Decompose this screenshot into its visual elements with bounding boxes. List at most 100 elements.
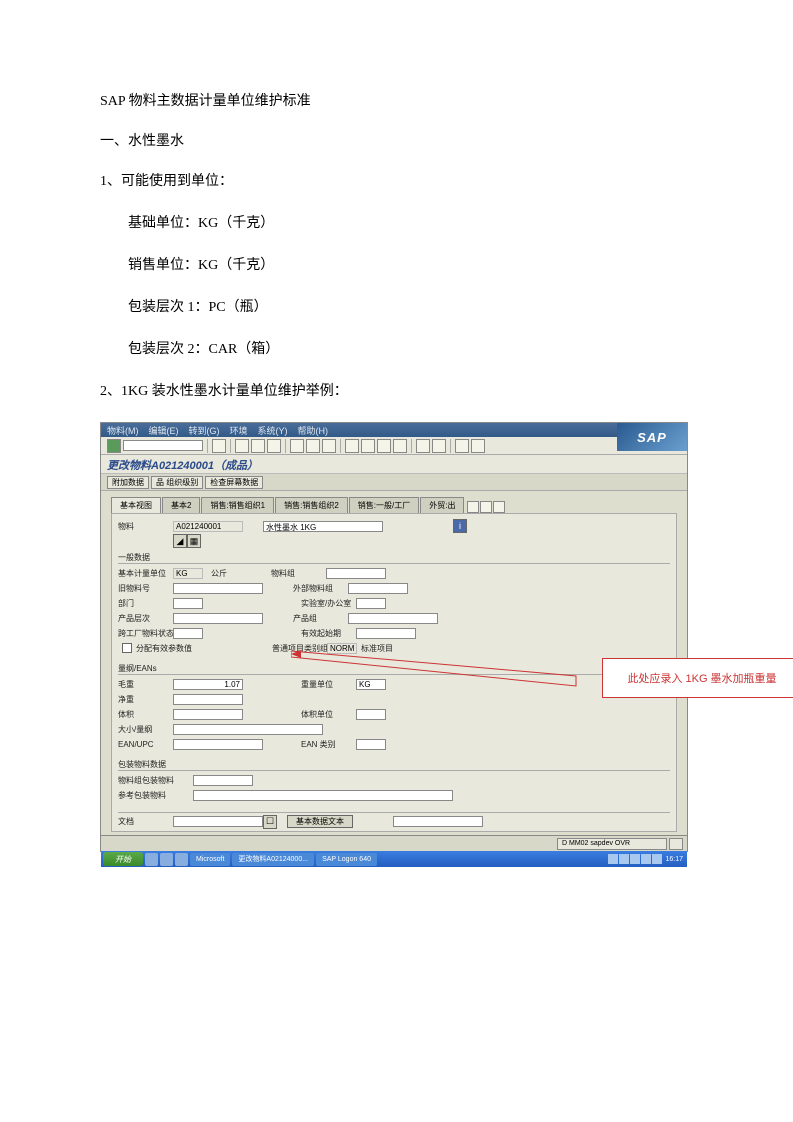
- sap-screenshot: SAP 物料(M) 编辑(E) 转到(G) 环境 系统(Y) 帮助(H): [100, 422, 688, 852]
- find-icon[interactable]: [306, 439, 320, 453]
- tab-sales-general[interactable]: 销售:一般/工厂: [349, 497, 419, 513]
- screen-title: 更改物料A021240001（成品）: [101, 455, 687, 473]
- cross-plant-field[interactable]: [173, 628, 203, 639]
- section-heading: 一、水性墨水: [100, 130, 693, 150]
- tray-time: 16:17: [665, 856, 683, 863]
- valid-from-label: 有效起始期: [301, 628, 356, 639]
- gen-item-cat-text: 标准项目: [361, 643, 401, 654]
- first-page-icon[interactable]: [345, 439, 359, 453]
- win-taskbar-wrap: 开始 Microsoft 更改物料A02124000... SAP Logon …: [101, 835, 687, 851]
- desc-expand-button[interactable]: ◢: [173, 534, 187, 548]
- taskbar-window[interactable]: Microsoft: [190, 853, 230, 866]
- tab-sales-org1[interactable]: 销售:销售组织1: [201, 497, 274, 513]
- tray-icon[interactable]: [608, 854, 618, 864]
- doc-extra-field[interactable]: [393, 816, 483, 827]
- back-icon[interactable]: [235, 439, 249, 453]
- division-field[interactable]: [173, 598, 203, 609]
- unit-pack1: 包装层次 1：PC（瓶）: [100, 296, 693, 316]
- tab-basic1[interactable]: 基本视图: [111, 497, 161, 513]
- check-icon[interactable]: [107, 439, 121, 453]
- print-icon[interactable]: [290, 439, 304, 453]
- menu-goto[interactable]: 转到(G): [189, 424, 220, 437]
- quick-icon[interactable]: [145, 853, 158, 866]
- command-field[interactable]: [123, 440, 203, 451]
- material-label: 物料: [118, 521, 173, 532]
- prod-group-field[interactable]: [348, 613, 438, 624]
- last-page-icon[interactable]: [393, 439, 407, 453]
- valid-from-field[interactable]: [356, 628, 416, 639]
- volume-unit-label: 体积单位: [301, 709, 356, 720]
- base-uom-label: 基本计量单位: [118, 568, 173, 579]
- tray-icon[interactable]: [641, 854, 651, 864]
- system-tray: 16:17: [608, 852, 687, 866]
- taskbar-window[interactable]: 更改物料A02124000...: [232, 853, 314, 866]
- matgroup-field[interactable]: [326, 568, 386, 579]
- tab-right-icon[interactable]: [480, 501, 492, 513]
- tab-foreign-trade[interactable]: 外贸:出: [420, 497, 464, 513]
- doc-search-button[interactable]: ☐: [263, 815, 277, 829]
- sap-logo: SAP: [617, 423, 687, 451]
- gross-weight-field[interactable]: 1.07: [173, 679, 243, 690]
- save-icon[interactable]: [212, 439, 226, 453]
- new-session-icon[interactable]: [416, 439, 430, 453]
- pack-matgroup-label: 物料组包装物料: [118, 775, 193, 786]
- old-matno-field[interactable]: [173, 583, 263, 594]
- next-page-icon[interactable]: [377, 439, 391, 453]
- packaging-group: 包装物料数据: [118, 759, 670, 771]
- tray-icon[interactable]: [619, 854, 629, 864]
- material-desc-field[interactable]: 水性墨水 1KG: [263, 521, 383, 532]
- tray-icon[interactable]: [652, 854, 662, 864]
- ean-label: EAN/UPC: [118, 740, 173, 749]
- tab-sales-org2[interactable]: 销售:销售组织2: [275, 497, 348, 513]
- taskbar-window[interactable]: SAP Logon 640: [316, 853, 377, 866]
- exit-icon[interactable]: [251, 439, 265, 453]
- start-button[interactable]: 开始: [103, 852, 143, 866]
- assign-eff-checkbox[interactable]: [122, 643, 132, 653]
- prod-group-label: 产品组: [293, 613, 348, 624]
- ean-field[interactable]: [173, 739, 263, 750]
- prev-page-icon[interactable]: [361, 439, 375, 453]
- size-label: 大小/量纲: [118, 724, 173, 735]
- shortcut-icon[interactable]: [432, 439, 446, 453]
- check-screen-button[interactable]: 检查屏幕数据: [205, 476, 263, 489]
- help-icon[interactable]: [455, 439, 469, 453]
- unit-base: 基础单位：KG（千克）: [100, 212, 693, 232]
- menu-env[interactable]: 环境: [230, 424, 248, 437]
- assign-eff-label: 分配有效参数值: [136, 643, 216, 654]
- info-button[interactable]: i: [453, 519, 467, 533]
- tray-icon[interactable]: [630, 854, 640, 864]
- app-toolbar: 附加数据 品 组织级别 检查屏幕数据: [101, 473, 687, 491]
- ref-pack-field[interactable]: [193, 790, 453, 801]
- weight-unit-field[interactable]: KG: [356, 679, 386, 690]
- desc-detail-button[interactable]: ▦: [187, 534, 201, 548]
- old-matno-label: 旧物料号: [118, 583, 173, 594]
- layout-icon[interactable]: [471, 439, 485, 453]
- list-1-lead: 1、可能使用到单位：: [100, 170, 693, 190]
- lab-field[interactable]: [356, 598, 386, 609]
- size-field[interactable]: [173, 724, 323, 735]
- volume-field[interactable]: [173, 709, 243, 720]
- ean-cat-field[interactable]: [356, 739, 386, 750]
- doc-field[interactable]: [173, 816, 263, 827]
- quick-icon[interactable]: [175, 853, 188, 866]
- quick-icon[interactable]: [160, 853, 173, 866]
- menu-material[interactable]: 物料(M): [107, 424, 139, 437]
- volume-unit-field[interactable]: [356, 709, 386, 720]
- pack-matgroup-field[interactable]: [193, 775, 253, 786]
- menu-edit[interactable]: 编辑(E): [149, 424, 179, 437]
- prod-hier-label: 产品层次: [118, 613, 173, 624]
- org-levels-button[interactable]: 品 组织级别: [151, 476, 203, 489]
- menu-system[interactable]: 系统(Y): [258, 424, 288, 437]
- menu-help[interactable]: 帮助(H): [298, 424, 329, 437]
- tab-basic2[interactable]: 基本2: [162, 497, 200, 513]
- lab-label: 实验室/办公室: [301, 598, 356, 609]
- cancel-icon[interactable]: [267, 439, 281, 453]
- additional-data-button[interactable]: 附加数据: [107, 476, 149, 489]
- ext-matgroup-field[interactable]: [348, 583, 408, 594]
- tab-list-icon[interactable]: [493, 501, 505, 513]
- tab-left-icon[interactable]: [467, 501, 479, 513]
- net-weight-field[interactable]: [173, 694, 243, 705]
- basic-text-button[interactable]: 基本数据文本: [287, 815, 353, 828]
- find-next-icon[interactable]: [322, 439, 336, 453]
- prod-hier-field[interactable]: [173, 613, 263, 624]
